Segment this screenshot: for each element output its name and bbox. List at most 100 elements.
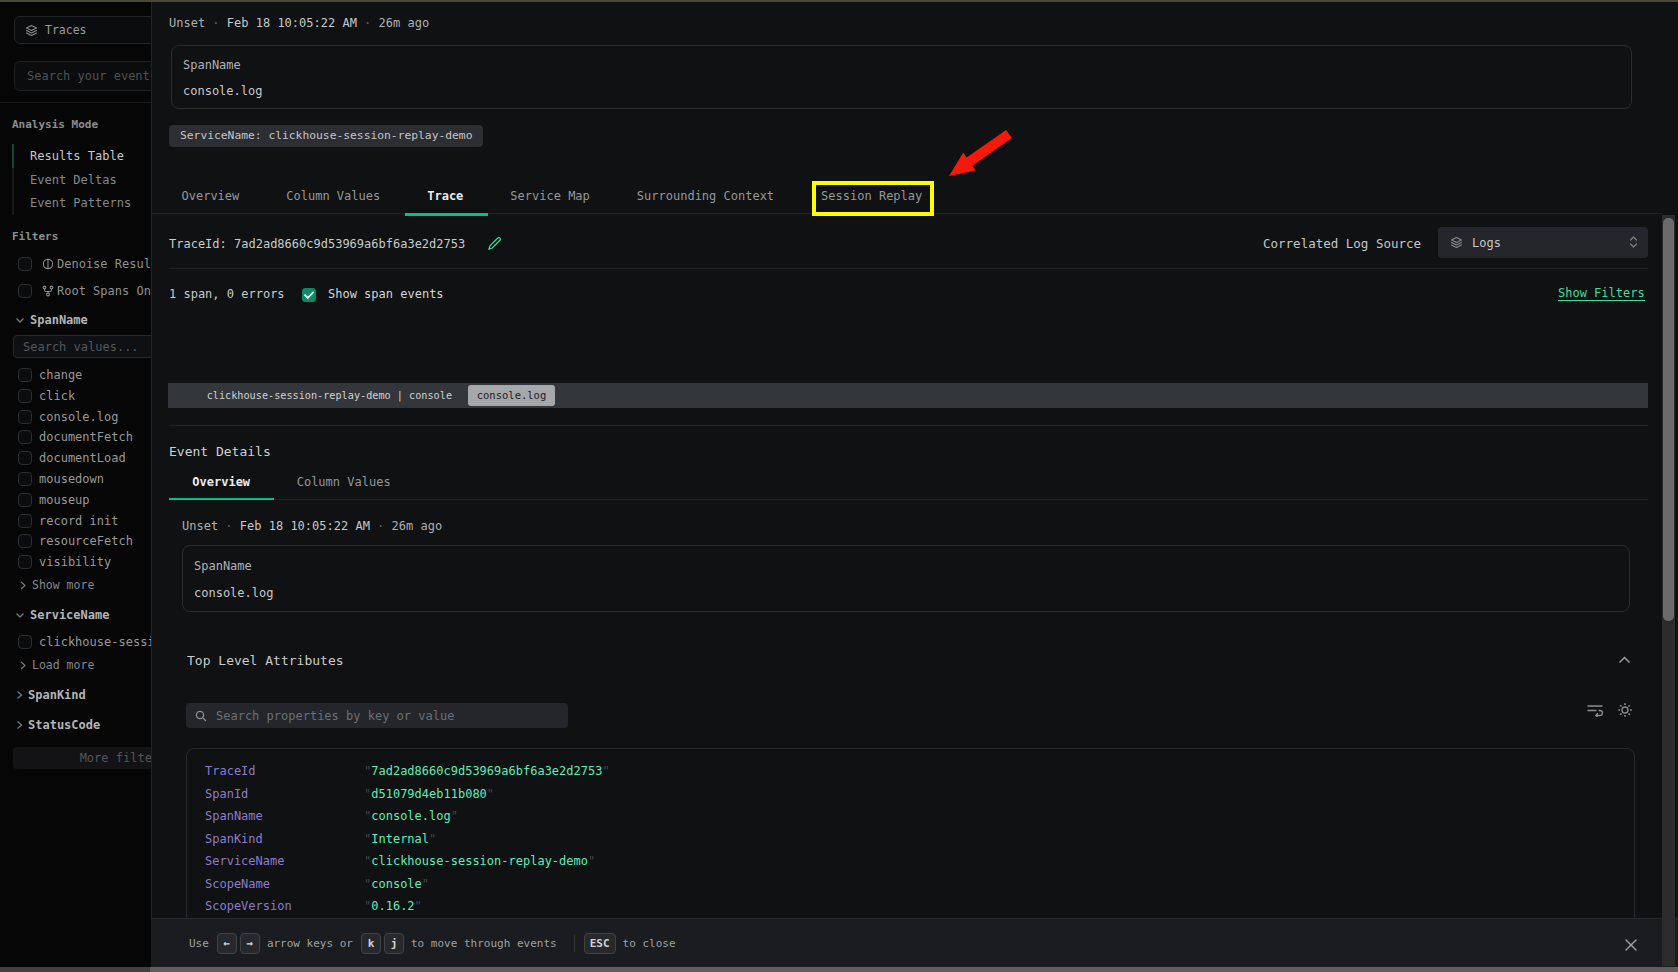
attribute-key[interactable]: ScopeName (205, 877, 364, 891)
attribute-key[interactable]: TraceId (205, 764, 364, 778)
value-label: mouseup (39, 493, 90, 507)
show-span-events-checkbox[interactable] (302, 288, 316, 302)
analysis-mode-item[interactable]: Results Table (12, 144, 150, 168)
log-source-select[interactable]: Logs (1438, 227, 1648, 258)
checkbox-unchecked[interactable] (18, 493, 32, 507)
gear-icon[interactable] (1617, 702, 1633, 718)
more-filters-button[interactable]: More filters (13, 747, 151, 769)
checkbox-unchecked[interactable] (18, 368, 32, 382)
value-label: clickhouse-sessi (39, 635, 151, 649)
field-value: console.log (183, 84, 262, 98)
attribute-value[interactable]: "console.log" (364, 809, 458, 823)
spanname-value-item[interactable]: resourceFetch (0, 531, 151, 552)
collapse-chevron-up-icon[interactable] (1618, 656, 1631, 664)
attribute-value[interactable]: "clickhouse-session-replay-demo" (364, 854, 595, 868)
checkbox-unchecked[interactable] (18, 451, 32, 465)
top-level-attributes-title: Top Level Attributes (187, 654, 344, 668)
spanname-value-item[interactable]: documentLoad (0, 448, 151, 469)
value-label: documentLoad (39, 451, 126, 465)
value-label: resourceFetch (39, 534, 133, 548)
checkbox-unchecked[interactable] (18, 284, 32, 298)
tab-column-values[interactable]: Column Values (263, 181, 404, 213)
value-label: visibility (39, 555, 111, 569)
servicename-section-header[interactable]: ServiceName (15, 608, 109, 622)
checkbox-unchecked[interactable] (18, 389, 32, 403)
chevron-down-icon (15, 612, 25, 619)
horizontal-scrollbar-thumb[interactable] (150, 967, 1678, 972)
spanname-section-header[interactable]: SpanName (15, 313, 88, 327)
attribute-key[interactable]: ScopeVersion (205, 899, 364, 913)
checkbox-unchecked[interactable] (18, 257, 32, 271)
analysis-mode-item[interactable]: Event Patterns (12, 191, 150, 215)
spankind-section-header[interactable]: SpanKind (16, 688, 86, 702)
spanname-values-search-input[interactable]: Search values... (13, 335, 151, 358)
tab-overview[interactable]: Overview (158, 181, 263, 213)
statuscode-section-label: StatusCode (28, 718, 100, 732)
edit-trace-id-icon[interactable] (487, 236, 502, 251)
denoise-icon (42, 258, 54, 270)
checkbox-unchecked[interactable] (18, 534, 32, 548)
branch-icon (42, 285, 54, 297)
filter-toggle-label: Root Spans Onl (57, 284, 151, 298)
properties-search-placeholder: Search properties by key or value (216, 709, 454, 723)
checkbox-unchecked[interactable] (18, 514, 32, 528)
spanname-value-item[interactable]: mousedown (0, 469, 151, 490)
service-name-tag[interactable]: ServiceName: clickhouse-session-replay-d… (169, 125, 483, 147)
attribute-value[interactable]: "d51079d4eb11b080" (364, 787, 494, 801)
wrap-lines-icon[interactable] (1587, 704, 1603, 717)
spanname-value-item[interactable]: visibility (0, 552, 151, 573)
ed-tab-overview[interactable]: Overview (169, 467, 273, 499)
attribute-value[interactable]: "0.16.2" (364, 899, 422, 913)
vertical-scrollbar-thumb[interactable] (1663, 218, 1674, 621)
show-filters-link[interactable]: Show Filters (1558, 286, 1645, 301)
analysis-mode-group: Results TableEvent DeltasEvent Patterns (12, 144, 150, 215)
attribute-key[interactable]: SpanKind (205, 832, 364, 846)
spanname-value-item[interactable]: record init (0, 510, 151, 531)
sidebar-search-input[interactable]: Search your event (14, 61, 151, 91)
field-value: console.log (194, 586, 273, 600)
spanname-value-item[interactable]: console.log (0, 406, 151, 427)
attribute-value[interactable]: "Internal" (364, 832, 436, 846)
spanname-field-box-2: SpanName console.log (182, 545, 1630, 612)
ed-tab-column-values[interactable]: Column Values (273, 467, 414, 499)
properties-search-input[interactable]: Search properties by key or value (186, 703, 568, 728)
checkbox-unchecked[interactable] (18, 430, 32, 444)
servicename-load-more[interactable]: Load more (20, 658, 94, 672)
servicename-value-item[interactable]: clickhouse-sessi (0, 632, 151, 653)
traces-source-button[interactable]: Traces (14, 16, 151, 44)
checkbox-unchecked[interactable] (18, 635, 32, 649)
filter-toggle-denoise[interactable]: Denoise Result (0, 251, 151, 278)
kbd-j: j (384, 933, 404, 954)
attribute-key[interactable]: SpanName (205, 809, 364, 823)
attribute-value[interactable]: "console" (364, 877, 429, 891)
chevron-right-icon (20, 581, 26, 590)
attribute-value[interactable]: "7ad2ad8660c9d53969a6bf6a3e2d2753" (364, 764, 610, 778)
quote: " (429, 832, 436, 846)
spanname-value-item[interactable]: change (0, 365, 151, 386)
tab-service-map[interactable]: Service Map (487, 181, 613, 213)
quote: " (415, 899, 422, 913)
sidebar-search-placeholder: Search your event (27, 69, 150, 83)
checkbox-unchecked[interactable] (18, 555, 32, 569)
filter-toggle-label: Denoise Result (57, 257, 151, 271)
event-details-tabs: OverviewColumn Values (169, 467, 414, 499)
statuscode-section-header[interactable]: StatusCode (16, 718, 100, 732)
spanname-value-item[interactable]: mouseup (0, 489, 151, 510)
spanname-value-item[interactable]: documentFetch (0, 427, 151, 448)
trace-span-bar[interactable]: clickhouse-session-replay-demo | console… (168, 383, 1648, 408)
field-label: SpanName (183, 58, 241, 72)
filter-toggle-branch[interactable]: Root Spans Onl (0, 278, 151, 305)
checkbox-unchecked[interactable] (18, 472, 32, 486)
attribute-key[interactable]: ServiceName (205, 854, 364, 868)
correlated-log-source-label: Correlated Log Source (1263, 237, 1421, 251)
checkbox-unchecked[interactable] (18, 410, 32, 424)
spanname-value-item[interactable]: click (0, 385, 151, 406)
analysis-mode-item[interactable]: Event Deltas (12, 168, 150, 192)
tab-trace[interactable]: Trace (404, 181, 487, 213)
value-label: change (39, 368, 82, 382)
field-label: SpanName (194, 559, 252, 573)
close-icon[interactable] (1623, 937, 1639, 953)
tab-surrounding-context[interactable]: Surrounding Context (613, 181, 797, 213)
spanname-show-more[interactable]: Show more (20, 578, 94, 592)
attribute-key[interactable]: SpanId (205, 787, 364, 801)
